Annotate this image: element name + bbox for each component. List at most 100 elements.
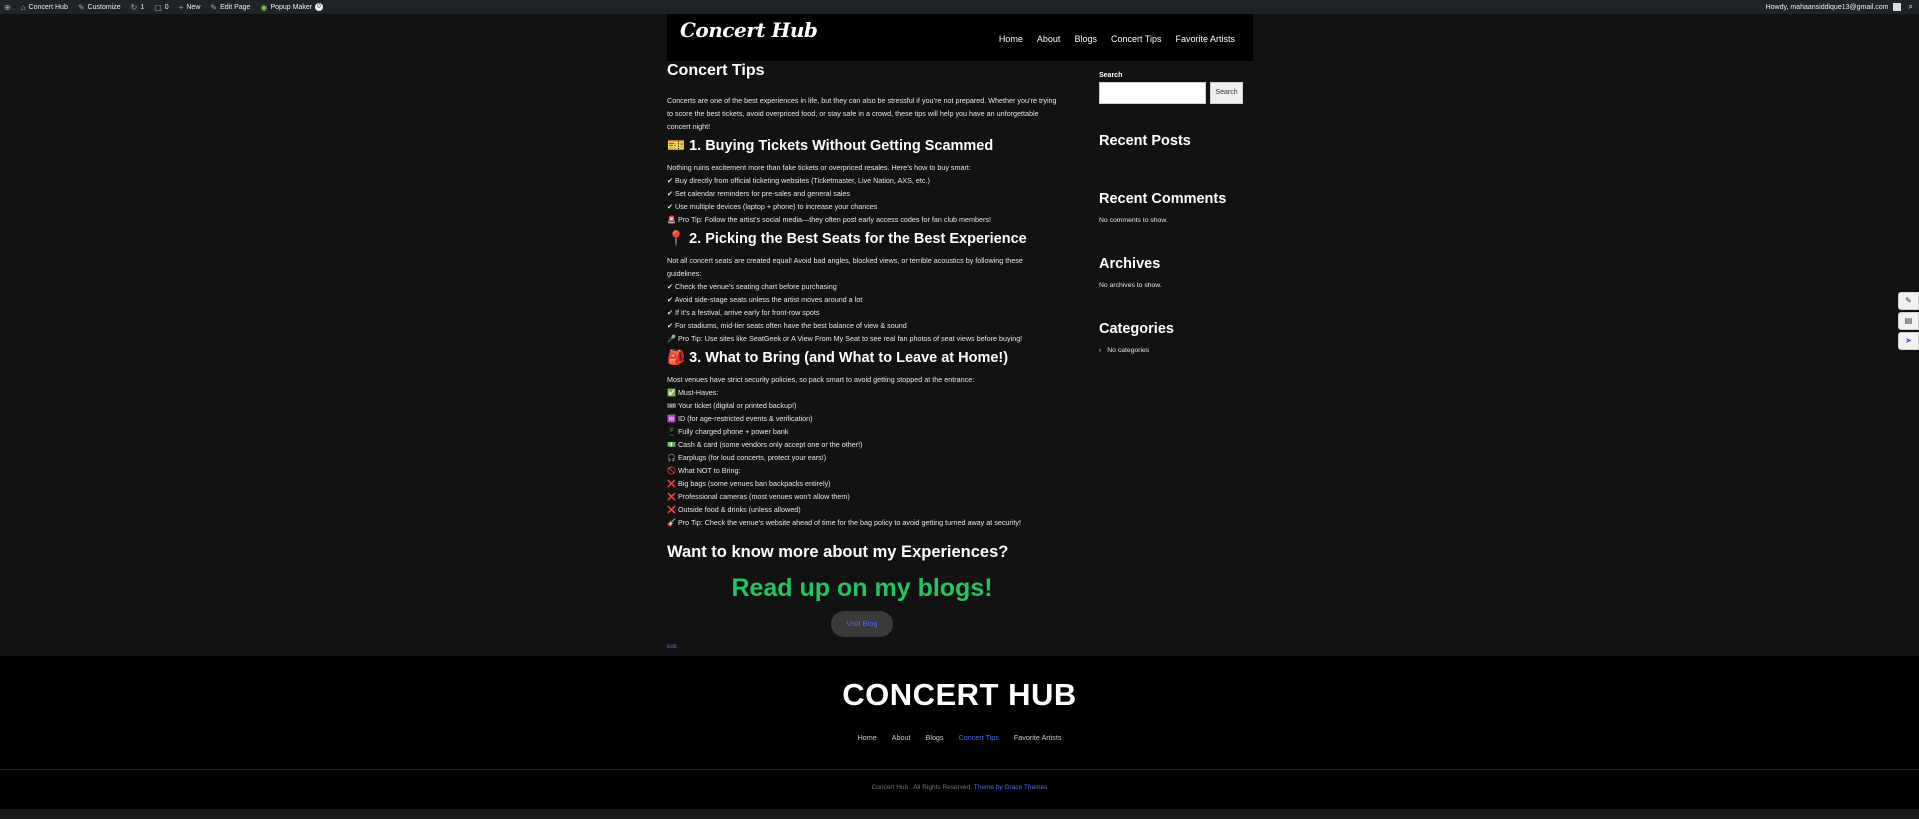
search-label: Search — [1099, 72, 1123, 79]
search-icon[interactable]: ⌕ — [1909, 2, 1913, 12]
footer-nav-concert-tips[interactable]: Concert Tips — [959, 733, 999, 742]
account-greeting[interactable]: Howdy, mahaansiddique13@gmail.com — [1766, 4, 1889, 11]
site-name-link[interactable]: ⌂ Concert Hub — [21, 3, 68, 12]
no-categories-text: No categories — [1107, 347, 1150, 354]
list-item: ✔ Check the venue’s seating chart before… — [667, 282, 837, 291]
admin-bar: ⊕ ⌂ Concert Hub ✎ Customize ↻ 1 ▢ 0 + Ne… — [0, 0, 1919, 14]
section-heading-bring: 🎒 3. What to Bring (and What to Leave at… — [667, 350, 1009, 366]
main-nav: Home About Blogs Concert Tips Favorite A… — [999, 34, 1235, 44]
category-item: › No categories — [1099, 347, 1244, 354]
nav-about[interactable]: About — [1037, 34, 1061, 44]
home-icon: ⌂ — [20, 2, 26, 12]
recent-comments-title: Recent Comments — [1099, 191, 1227, 207]
page-title: Concert Tips — [667, 62, 765, 79]
clipboard-icon[interactable]: ▤ — [1898, 312, 1919, 330]
theme-credit-link[interactable]: Theme by Grace Themes — [974, 784, 1048, 791]
footer-copyright: Concert Hub . All Rights Reserved. Theme… — [0, 784, 1919, 791]
new-content-link[interactable]: + New — [179, 3, 201, 12]
footer-divider — [0, 769, 1919, 770]
popup-maker-label: Popup Maker — [270, 3, 313, 11]
updates-link[interactable]: ↻ 1 — [131, 3, 145, 12]
footer-logo[interactable]: CONCERT HUB — [0, 677, 1919, 713]
chevron-right-icon: › — [1099, 347, 1102, 354]
edit-page-link[interactable]: ✎ Edit Page — [210, 3, 250, 12]
pro-tip: 🚨 Pro Tip: Follow the artist’s social me… — [667, 215, 992, 224]
nav-blogs[interactable]: Blogs — [1074, 34, 1097, 44]
customize-link[interactable]: ✎ Customize — [78, 3, 121, 12]
more-heading: Want to know more about my Experiences? — [667, 543, 1009, 561]
floating-toolbar: ✎ ▤ ➤ — [1898, 292, 1919, 352]
list-item: ✔ If it’s a festival, arrive early for f… — [667, 308, 820, 317]
list-item: ❌ Outside food & drinks (unless allowed) — [667, 505, 801, 514]
list-item: ✔ Avoid side-stage seats unless the arti… — [667, 295, 863, 304]
comments-count: 0 — [164, 3, 169, 11]
recent-posts-title: Recent Posts — [1099, 133, 1191, 149]
section-lead-tickets: Nothing ruins excitement more than fake … — [667, 163, 971, 172]
wordpress-icon: ⊕ — [4, 2, 11, 12]
section-heading-tickets: 🎫 1. Buying Tickets Without Getting Scam… — [667, 138, 994, 154]
footer-nav-about[interactable]: About — [892, 733, 911, 742]
pencil-icon: ✎ — [210, 2, 218, 12]
translate-icon[interactable]: ✎ — [1898, 292, 1919, 310]
edit-page-label: Edit Page — [220, 3, 251, 11]
popup-maker-link[interactable]: ◉ Popup Maker 0 — [260, 2, 324, 12]
customize-label: Customize — [87, 3, 121, 11]
footer-nav-home[interactable]: Home — [858, 733, 877, 742]
section-heading-seats: 📍 2. Picking the Best Seats for the Best… — [667, 231, 1027, 247]
comment-icon: ▢ — [154, 2, 162, 12]
popup-maker-badge: 0 — [315, 3, 324, 11]
list-item: ✔ Use multiple devices (laptop + phone) … — [667, 202, 878, 211]
list-item: 🎟 Your ticket (digital or printed backup… — [667, 401, 797, 410]
section-lead-bring: Most venues have strict security policie… — [667, 375, 975, 384]
list-item: 📱 Fully charged phone + power bank — [667, 427, 789, 436]
site-logo[interactable]: Concert Hub — [680, 18, 818, 42]
list-item: 🎧 Earplugs (for loud concerts, protect y… — [667, 453, 827, 462]
search-widget: Search — [1099, 82, 1244, 104]
list-item: ✔ Set calendar reminders for pre-sales a… — [667, 189, 851, 198]
plus-icon: + — [178, 2, 184, 12]
popup-maker-icon: ◉ — [260, 2, 268, 12]
nav-favorite-artists[interactable]: Favorite Artists — [1175, 34, 1235, 44]
brush-icon: ✎ — [77, 2, 85, 12]
sidebar: Search Search Recent Posts Recent Commen… — [1099, 72, 1244, 354]
footer-nav-blogs[interactable]: Blogs — [926, 733, 944, 742]
updates-count: 1 — [140, 3, 145, 11]
list-item: 🚫 What NOT to Bring: — [667, 466, 741, 475]
comments-link[interactable]: ▢ 0 — [154, 3, 168, 12]
send-icon[interactable]: ➤ — [1898, 332, 1919, 350]
no-comments-text: No comments to show. — [1099, 217, 1168, 224]
copyright-text: Concert Hub . All Rights Reserved. — [871, 784, 973, 791]
pro-tip: 🎤 Pro Tip: Use sites like SeatGeek or A … — [667, 334, 1023, 343]
site-name-label: Concert Hub — [28, 3, 68, 11]
list-item: ✔ For stadiums, mid-tier seats often hav… — [667, 321, 907, 330]
nav-home[interactable]: Home — [999, 34, 1023, 44]
list-item: ❌ Professional cameras (most venues won’… — [667, 492, 850, 501]
new-label: New — [186, 3, 201, 11]
footer-bottom-strip — [0, 809, 1919, 819]
pro-tip: 🎸 Pro Tip: Check the venue’s website ahe… — [667, 518, 1022, 527]
search-button[interactable]: Search — [1210, 82, 1243, 104]
site-header: Concert Hub Home About Blogs Concert Tip… — [667, 14, 1253, 61]
categories-title: Categories — [1099, 321, 1174, 337]
intro-paragraph: Concerts are one of the best experiences… — [667, 96, 1057, 131]
avatar[interactable] — [1892, 3, 1901, 11]
footer-nav-favorite-artists[interactable]: Favorite Artists — [1014, 733, 1062, 742]
blogs-cta-heading: Read up on my blogs! — [731, 574, 993, 602]
archives-title: Archives — [1099, 256, 1161, 272]
section-lead-seats: Not all concert seats are created equal!… — [667, 256, 1023, 278]
main-content: Concert Tips Concerts are one of the bes… — [667, 62, 1057, 650]
wordpress-menu[interactable]: ⊕ — [4, 3, 11, 12]
updates-icon: ↻ — [130, 2, 138, 12]
list-item: ❌ Big bags (some venues ban backpacks en… — [667, 479, 831, 488]
nav-concert-tips[interactable]: Concert Tips — [1111, 34, 1162, 44]
search-input[interactable] — [1099, 82, 1206, 104]
list-item: ✅ Must-Haves: — [667, 388, 719, 397]
list-item: ✔ Buy directly from official ticketing w… — [667, 176, 930, 185]
edit-link[interactable]: Edit — [667, 644, 1057, 650]
site-footer: CONCERT HUB Home About Blogs Concert Tip… — [0, 656, 1919, 819]
no-archives-text: No archives to show. — [1099, 282, 1162, 289]
visit-blog-button[interactable]: Visit Blog — [831, 611, 893, 637]
list-item: 🆔 ID (for age-restricted events & verifi… — [667, 414, 813, 423]
list-item: 💵 Cash & card (some vendors only accept … — [667, 440, 863, 449]
footer-nav: Home About Blogs Concert Tips Favorite A… — [0, 733, 1919, 742]
